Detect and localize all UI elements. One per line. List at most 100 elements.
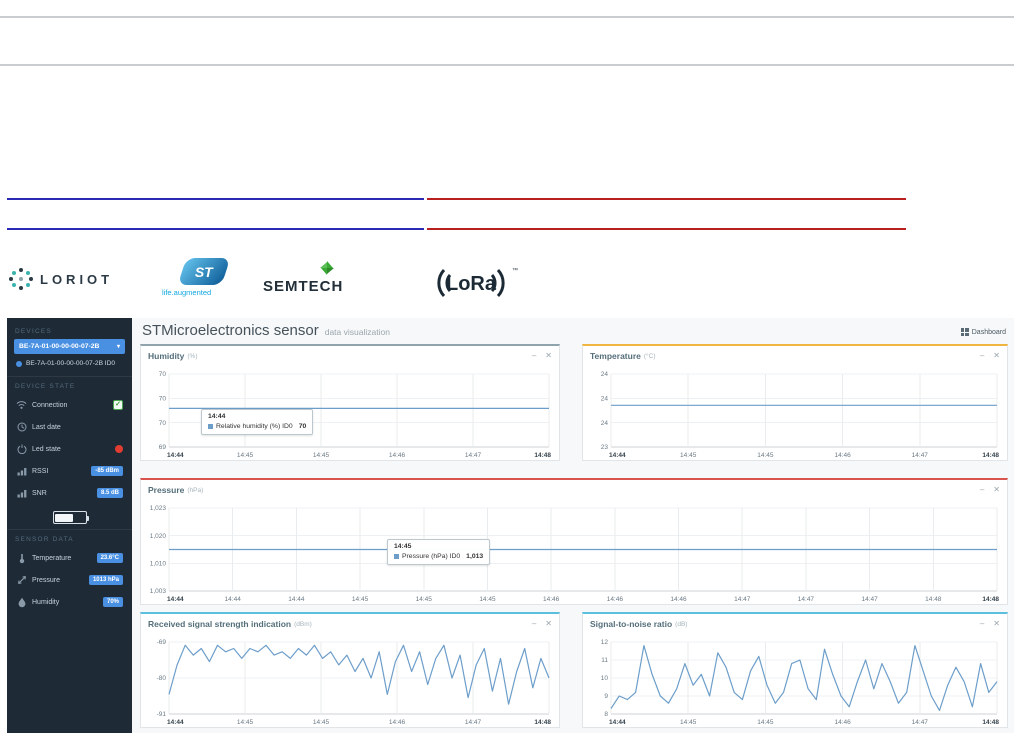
svg-text:14:48: 14:48 — [534, 719, 551, 726]
humidity-label: Humidity — [32, 598, 60, 606]
svg-text:14:48: 14:48 — [982, 452, 999, 459]
svg-text:11: 11 — [601, 657, 608, 664]
device-state-snr[interactable]: SNR 8.5 dB — [14, 482, 125, 504]
divider-gray-top — [0, 16, 1014, 18]
loriot-logo-text: LORIOT — [40, 271, 114, 287]
minimize-icon[interactable]: – — [980, 352, 984, 360]
close-icon[interactable]: ✕ — [993, 486, 1000, 494]
svg-text:14:44: 14:44 — [609, 452, 626, 459]
temperature-line-chart[interactable]: 24 24 24 2314:44 14:45 14:45 14:46 14:47 14:48 — [583, 367, 1007, 460]
pressure-line-chart[interactable]: 1,0231,0201,0101,00314:44 14:44 14:44 14:45… — [141, 501, 1007, 604]
humidity-widget-unit: (%) — [187, 352, 198, 360]
semtech-logo-text: SEMTECH — [263, 278, 344, 295]
pressure-widget-header[interactable]: Pressure (hPa) – ✕ — [141, 480, 1007, 500]
device-state-last-date[interactable]: Last date — [14, 416, 125, 438]
humidity-widget: Humidity (%) – ✕ 70 70 70 69 14:44 14:45 14:45… — [140, 344, 560, 461]
loriot-dots-icon — [9, 268, 33, 290]
last-date-label: Last date — [32, 423, 61, 431]
close-icon[interactable]: ✕ — [993, 620, 1000, 628]
st-logo-text: ST — [195, 263, 213, 280]
svg-text:14:45: 14:45 — [352, 596, 369, 603]
dashboard-grid-icon — [960, 328, 969, 336]
tooltip-value: 70 — [298, 422, 307, 430]
minimize-icon[interactable]: – — [532, 620, 536, 628]
section-label-devices: DEVICES — [15, 328, 52, 335]
section-label-device-state: DEVICE STATE — [15, 383, 76, 390]
svg-text:24: 24 — [601, 371, 609, 378]
svg-text:14:45: 14:45 — [313, 719, 330, 726]
sensor-temperature[interactable]: Temperature 23.6°C — [14, 547, 125, 569]
page: LORIOT ST life.augmented SEMTECH LoRa ™ … — [0, 0, 1014, 733]
page-title: STMicroelectronics sensor data visualizat… — [142, 322, 390, 339]
minimize-icon[interactable]: – — [532, 352, 536, 360]
rssi-widget-header[interactable]: Received signal strength indication (dBm… — [141, 614, 559, 634]
st-logo: ST life.augmented — [162, 258, 238, 297]
svg-text:14:48: 14:48 — [982, 596, 999, 603]
lora-logo-text: LoRa — [446, 273, 497, 295]
sensor-humidity[interactable]: Humidity 70% — [14, 591, 125, 613]
rssi-label: RSSI — [32, 467, 49, 475]
minimize-icon[interactable]: – — [980, 486, 984, 494]
semtech-logo: SEMTECH — [263, 261, 363, 302]
temperature-widget-header[interactable]: Temperature (°C) – ✕ — [583, 346, 1007, 366]
svg-text:14:45: 14:45 — [237, 719, 254, 726]
device-dropdown[interactable]: BE-7A-01-00-00-00-07-2B ▾ — [14, 339, 125, 354]
divider-red-2 — [427, 228, 906, 230]
device-state-rssi[interactable]: RSSI -85 dBm — [14, 460, 125, 482]
divider-blue-2 — [7, 228, 424, 230]
svg-text:9: 9 — [604, 693, 608, 700]
device-list-item-label: BE-7A-01-00-00-00-07-2B ID0 — [26, 360, 116, 367]
svg-text:24: 24 — [601, 396, 609, 403]
svg-text:14:47: 14:47 — [734, 596, 751, 603]
snr-widget-header[interactable]: Signal-to-noise ratio (dB) – ✕ — [583, 614, 1007, 634]
humidity-value-badge: 70% — [102, 597, 123, 607]
svg-text:14:46: 14:46 — [834, 719, 851, 726]
snr-widget-unit: (dB) — [675, 620, 688, 628]
lora-logo: LoRa ™ — [428, 258, 520, 311]
close-icon[interactable]: ✕ — [545, 620, 552, 628]
device-state-led[interactable]: Led state — [14, 438, 125, 460]
page-subtitle: data visualization — [324, 327, 390, 337]
rssi-line-chart[interactable]: -69 -80 -9114:44 14:45 14:45 14:46 14:47 14:48 — [141, 635, 559, 727]
svg-text:14:44: 14:44 — [609, 719, 626, 726]
series-swatch-icon — [394, 553, 399, 559]
page-title-text: STMicroelectronics sensor — [142, 322, 319, 339]
pressure-widget-unit: (hPa) — [187, 486, 204, 494]
tooltip-label: Pressure (hPa) ID0 — [402, 552, 461, 560]
device-list-item[interactable]: BE-7A-01-00-00-00-07-2B ID0 — [14, 354, 125, 371]
svg-text:70: 70 — [159, 396, 167, 403]
svg-text:70: 70 — [159, 420, 167, 427]
svg-text:14:45: 14:45 — [313, 452, 330, 459]
svg-text:24: 24 — [601, 420, 609, 427]
tooltip-label: Relative humidity (%) ID0 — [216, 422, 293, 430]
svg-text:12: 12 — [601, 639, 609, 646]
chart-tooltip: 14:44 Relative humidity (%) ID0 70 — [201, 409, 314, 435]
svg-text:14:46: 14:46 — [389, 719, 406, 726]
svg-text:23: 23 — [601, 444, 609, 451]
close-icon[interactable]: ✕ — [545, 352, 552, 360]
svg-text:14:44: 14:44 — [167, 596, 184, 603]
snr-value-badge: 8.5 dB — [96, 488, 123, 498]
temperature-label: Temperature — [32, 554, 72, 562]
pressure-widget: Pressure (hPa) – ✕ 1,023 1,020 1,010 1,003 1… — [140, 478, 1008, 605]
snr-line-chart[interactable]: 12 11 10 9 814:44 14:45 14:45 14:46 14:47 14:48 — [583, 635, 1007, 727]
humidity-widget-title: Humidity — [148, 351, 185, 361]
svg-text:70: 70 — [159, 371, 167, 378]
wifi-icon — [16, 400, 27, 411]
svg-text:14:47: 14:47 — [465, 719, 482, 726]
svg-text:8: 8 — [604, 711, 608, 718]
sensor-pressure[interactable]: Pressure 1013 hPa — [14, 569, 125, 591]
pressure-value-badge: 1013 hPa — [88, 575, 123, 585]
svg-text:14:46: 14:46 — [607, 596, 624, 603]
svg-text:14:44: 14:44 — [288, 596, 305, 603]
humidity-widget-header[interactable]: Humidity (%) – ✕ — [141, 346, 559, 366]
svg-text:10: 10 — [601, 675, 609, 682]
pressure-widget-title: Pressure — [148, 485, 185, 495]
svg-text:1,003: 1,003 — [150, 588, 167, 595]
minimize-icon[interactable]: – — [980, 620, 984, 628]
device-state-connection[interactable]: Connection ✓ — [14, 394, 125, 416]
dashboard-button[interactable]: Dashboard — [960, 328, 1006, 336]
close-icon[interactable]: ✕ — [993, 352, 1000, 360]
svg-text:-69: -69 — [157, 639, 167, 646]
temperature-value-badge: 23.6°C — [96, 553, 123, 563]
